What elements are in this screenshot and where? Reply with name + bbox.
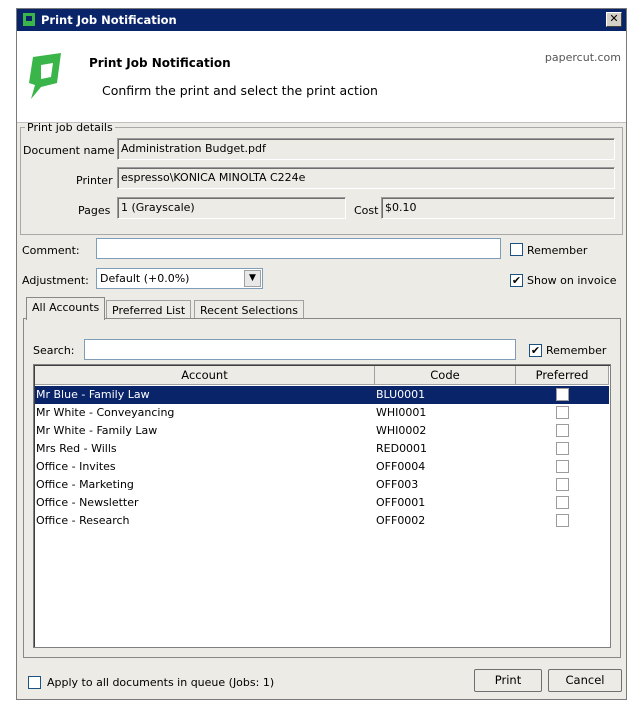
column-header-preferred[interactable]: Preferred [516,366,609,385]
account-cell: Office - Research [36,514,130,527]
printer-field[interactable]: espresso\KONICA MINOLTA C224e [117,167,615,189]
accounts-table: Account Code Preferred Mr Blue - Family … [33,364,611,648]
code-cell: WHI0001 [376,406,427,419]
preferred-checkbox[interactable] [556,496,569,509]
cost-label: Cost [354,204,379,217]
search-input[interactable] [84,339,516,360]
cost-field[interactable]: $0.10 [381,197,615,219]
apply-all-label: Apply to all documents in queue (Jobs: 1… [47,676,275,689]
cancel-button[interactable]: Cancel [548,669,622,692]
checkmark-icon: ✔ [530,344,541,357]
code-cell: BLU0001 [376,388,426,401]
table-row[interactable]: Mr White - Conveyancing WHI0001 [35,404,609,422]
table-header: Account Code Preferred [35,366,609,385]
table-row[interactable]: Mrs Red - Wills RED0001 [35,440,609,458]
search-label: Search: [33,344,75,357]
search-remember-checkbox[interactable]: ✔ [529,344,542,357]
account-cell: Mr White - Conveyancing [36,406,175,419]
show-on-invoice-checkbox[interactable]: ✔ [510,274,523,287]
dialog-header: Print Job Notification Confirm the print… [17,31,626,123]
pages-label: Pages [78,204,111,217]
title-bar[interactable]: Print Job Notification ✕ [17,9,626,31]
column-header-account[interactable]: Account [35,366,375,385]
document-name-field[interactable]: Administration Budget.pdf [117,138,615,160]
table-row[interactable]: Mr Blue - Family Law BLU0001 [35,386,609,404]
account-cell: Office - Newsletter [36,496,139,509]
preferred-checkbox[interactable] [556,460,569,473]
code-cell: OFF0002 [376,514,426,527]
account-cell: Mr White - Family Law [36,424,158,437]
table-row[interactable]: Office - Invites OFF0004 [35,458,609,476]
checkmark-icon: ✔ [511,274,522,287]
chevron-down-icon[interactable]: ▼ [244,270,261,287]
printer-label: Printer [76,174,113,187]
tab-all-accounts[interactable]: All Accounts [26,297,106,320]
header-title: Print Job Notification [89,56,231,70]
show-on-invoice-label: Show on invoice [527,274,617,287]
papercut-logo-icon [29,53,61,99]
code-cell: OFF0004 [376,460,426,473]
close-icon: ✕ [609,12,619,25]
print-job-dialog: Print Job Notification ✕ Print Job Notif… [16,8,627,700]
table-row[interactable]: Office - Marketing OFF003 [35,476,609,494]
comment-remember-label: Remember [527,244,588,257]
preferred-checkbox[interactable] [556,514,569,527]
adjustment-select[interactable]: Default (+0.0%) ▼ [96,268,263,289]
comment-remember-checkbox[interactable] [510,243,523,256]
header-subtitle: Confirm the print and select the print a… [102,83,378,98]
account-cell: Mr Blue - Family Law [36,388,150,401]
adjustment-label: Adjustment: [22,274,89,287]
adjustment-value: Default (+0.0%) [100,272,190,285]
preferred-checkbox[interactable] [556,424,569,437]
table-row[interactable]: Mr White - Family Law WHI0002 [35,422,609,440]
preferred-checkbox[interactable] [556,478,569,491]
code-cell: WHI0002 [376,424,427,437]
account-cell: Mrs Red - Wills [36,442,117,455]
apply-all-checkbox[interactable] [28,676,41,689]
code-cell: RED0001 [376,442,428,455]
window-title: Print Job Notification [41,13,177,27]
document-name-label: Document name [23,144,115,157]
print-button[interactable]: Print [474,669,542,692]
table-row[interactable]: Office - Research OFF0002 [35,512,609,530]
code-cell: OFF0001 [376,496,426,509]
table-row[interactable]: Office - Newsletter OFF0001 [35,494,609,512]
papercut-app-icon [23,13,35,26]
preferred-checkbox[interactable] [556,442,569,455]
account-cell: Office - Invites [36,460,116,473]
code-cell: OFF003 [376,478,419,491]
search-remember-label: Remember [546,344,607,357]
comment-label: Comment: [22,244,80,257]
details-legend: Print job details [27,121,113,134]
preferred-checkbox[interactable] [556,406,569,419]
all-accounts-panel: Search: ✔ Remember Account Code Preferre… [23,318,621,658]
column-header-code[interactable]: Code [375,366,516,385]
account-cell: Office - Marketing [36,478,134,491]
brand-text: papercut.com [544,51,621,64]
preferred-checkbox[interactable] [556,388,569,401]
comment-input[interactable] [96,238,501,259]
pages-field[interactable]: 1 (Grayscale) [117,197,346,219]
close-button[interactable]: ✕ [606,12,622,27]
